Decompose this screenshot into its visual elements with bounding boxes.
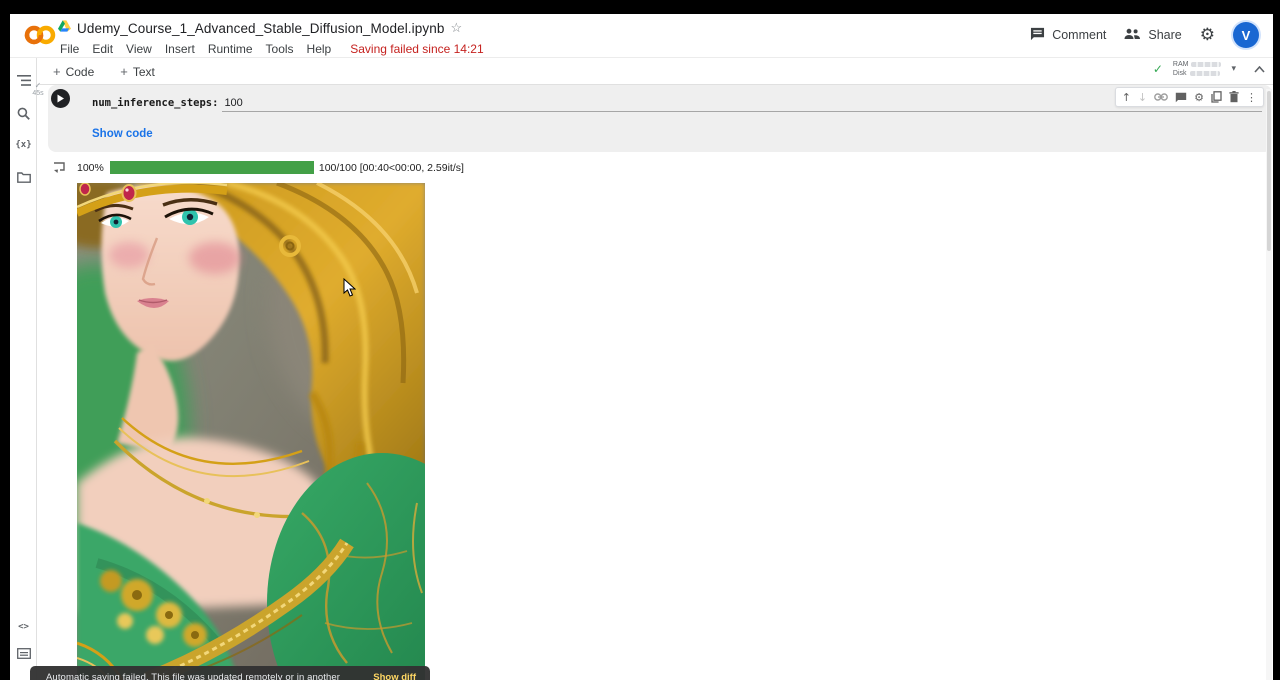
menu-insert[interactable]: Insert: [165, 42, 195, 56]
copy-cell-icon[interactable]: [1211, 91, 1222, 103]
header-right: Comment Share ⚙ V: [1030, 22, 1259, 48]
user-avatar[interactable]: V: [1233, 22, 1259, 48]
search-icon[interactable]: [10, 102, 37, 124]
share-people-icon: [1124, 28, 1141, 43]
add-code-label: Code: [66, 65, 95, 79]
play-icon: [56, 94, 65, 103]
add-text-label: Text: [133, 65, 155, 79]
more-cell-actions-icon[interactable]: ⋮: [1246, 91, 1257, 104]
share-button[interactable]: Share: [1124, 28, 1181, 43]
terminal-icon[interactable]: [10, 642, 37, 664]
plus-icon: +: [53, 64, 61, 79]
delete-cell-icon[interactable]: [1229, 91, 1239, 103]
toast-message: Automatic saving failed. This file was u…: [46, 672, 357, 680]
settings-gear-icon[interactable]: ⚙: [1200, 25, 1215, 45]
generated-portrait-image: [77, 183, 425, 680]
cell-toolbar: ↑ ↓ ⚙: [1115, 87, 1264, 107]
collapse-header-chevron-icon[interactable]: [1254, 60, 1265, 78]
code-snippets-icon[interactable]: <>: [10, 616, 37, 638]
progress-bar-fill: [110, 161, 314, 174]
app-header: Udemy_Course_1_Advanced_Stable_Diffusion…: [10, 14, 1273, 58]
add-text-button[interactable]: + Text: [112, 62, 163, 81]
comment-icon: [1030, 27, 1045, 44]
execution-time: 45s: [28, 90, 48, 97]
variables-icon[interactable]: {x}: [10, 134, 37, 156]
code-cell[interactable]: num_inference_steps: 100 Show code ↑ ↓: [48, 85, 1272, 152]
files-folder-icon[interactable]: [10, 166, 37, 188]
comment-label: Comment: [1052, 28, 1106, 42]
menu-edit[interactable]: Edit: [92, 42, 113, 56]
form-field-label: num_inference_steps:: [92, 97, 218, 109]
num-inference-steps-input[interactable]: 100: [222, 97, 1262, 112]
drive-icon: [58, 19, 71, 37]
colab-window: Udemy_Course_1_Advanced_Stable_Diffusion…: [10, 14, 1273, 680]
menu-runtime[interactable]: Runtime: [208, 42, 253, 56]
progress-percent: 100%: [77, 162, 104, 174]
save-status[interactable]: Saving failed since 14:21: [350, 42, 483, 56]
save-failed-toast: Automatic saving failed. This file was u…: [30, 666, 430, 680]
vertical-scrollbar[interactable]: [1266, 89, 1272, 680]
screen-frame: Udemy_Course_1_Advanced_Stable_Diffusion…: [0, 0, 1280, 680]
menu-help[interactable]: Help: [307, 42, 332, 56]
form-field-row: num_inference_steps: 100: [92, 97, 1262, 117]
comment-button[interactable]: Comment: [1030, 27, 1106, 44]
notebook-area: num_inference_steps: 100 Show code ↑ ↓: [37, 85, 1273, 680]
executed-check-icon: ✓: [28, 82, 48, 90]
menu-file[interactable]: File: [60, 42, 79, 56]
plus-icon: +: [120, 64, 128, 79]
progress-stats: 100/100 [00:40<00:00, 2.59it/s]: [319, 162, 464, 174]
run-cell-button[interactable]: [51, 89, 70, 108]
show-code-link[interactable]: Show code: [92, 128, 153, 140]
notebook-toolbar: + Code + Text ✓ RAM: [37, 58, 1273, 85]
connected-check-icon: ✓: [1153, 62, 1163, 76]
notebook-title[interactable]: Udemy_Course_1_Advanced_Stable_Diffusion…: [77, 21, 444, 36]
progress-bar: [110, 161, 314, 174]
left-sidebar: {x} <>: [10, 58, 37, 680]
menubar: File Edit View Insert Runtime Tools Help…: [60, 42, 484, 56]
cell-settings-gear-icon[interactable]: ⚙: [1194, 91, 1204, 104]
menu-view[interactable]: View: [126, 42, 152, 56]
move-cell-up-icon[interactable]: ↑: [1122, 91, 1131, 104]
add-comment-icon[interactable]: [1175, 92, 1187, 103]
output-window-icon[interactable]: [53, 161, 65, 179]
resource-monitor[interactable]: RAM Disk: [1173, 61, 1222, 77]
menu-tools[interactable]: Tools: [266, 42, 294, 56]
add-code-button[interactable]: + Code: [45, 62, 102, 81]
cell-execution-indicator: ✓ 45s: [28, 82, 48, 97]
show-diff-link[interactable]: Show diff: [373, 672, 416, 680]
ram-label: RAM: [1173, 61, 1189, 68]
scrollbar-thumb[interactable]: [1267, 91, 1271, 251]
colab-logo-icon[interactable]: [24, 24, 56, 46]
copy-link-to-cell-icon[interactable]: [1154, 93, 1168, 101]
runtime-dropdown-caret-icon[interactable]: ▾: [1231, 64, 1236, 74]
disk-meter: [1190, 71, 1220, 76]
title-row: Udemy_Course_1_Advanced_Stable_Diffusion…: [58, 19, 462, 37]
star-icon[interactable]: ☆: [450, 20, 462, 36]
ram-meter: [1191, 62, 1221, 67]
move-cell-down-icon[interactable]: ↓: [1138, 91, 1147, 104]
tqdm-progress: 100% 100/100 [00:40<00:00, 2.59it/s]: [77, 161, 464, 174]
disk-label: Disk: [1173, 70, 1187, 77]
share-label: Share: [1148, 28, 1181, 42]
